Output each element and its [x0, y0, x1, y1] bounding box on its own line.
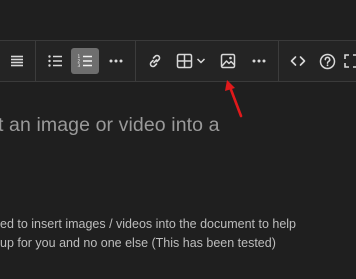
bulleted-list-icon	[48, 55, 62, 67]
link-icon	[149, 54, 161, 68]
numbered-list-button[interactable]: 1 2 3	[71, 48, 99, 74]
more-horizontal-icon	[252, 59, 266, 63]
document-heading: t an image or video into a	[0, 114, 220, 136]
fullscreen-button[interactable]	[344, 48, 356, 74]
chevron-down-icon	[196, 58, 206, 64]
align-justify-button[interactable]	[5, 48, 29, 74]
svg-text:3: 3	[78, 63, 81, 68]
code-icon	[290, 56, 306, 66]
code-view-button[interactable]	[286, 48, 310, 74]
table-icon	[176, 53, 193, 69]
paragraph-line-1: ed to insert images / videos into the do…	[0, 217, 297, 231]
fullscreen-icon	[344, 54, 356, 68]
toolbar-separator	[278, 41, 279, 81]
insert-link-button[interactable]	[143, 48, 167, 74]
editor-toolbar: 1 2 3	[0, 40, 356, 82]
annotation-arrow	[225, 80, 243, 118]
more-horizontal-icon	[109, 59, 123, 63]
align-justify-icon	[11, 55, 23, 67]
help-circle-icon	[319, 53, 335, 69]
insert-table-button[interactable]	[172, 48, 210, 74]
more-insert-button[interactable]	[247, 48, 271, 74]
image-icon	[220, 53, 236, 69]
toolbar-separator	[135, 41, 136, 81]
more-format-button[interactable]	[104, 48, 128, 74]
help-button[interactable]	[315, 48, 339, 74]
insert-image-button[interactable]	[216, 48, 240, 74]
toolbar-separator	[35, 41, 36, 81]
bulleted-list-button[interactable]	[42, 48, 68, 74]
numbered-list-icon: 1 2 3	[78, 54, 92, 68]
paragraph-line-2: up for you and no one else (This has bee…	[0, 236, 276, 250]
